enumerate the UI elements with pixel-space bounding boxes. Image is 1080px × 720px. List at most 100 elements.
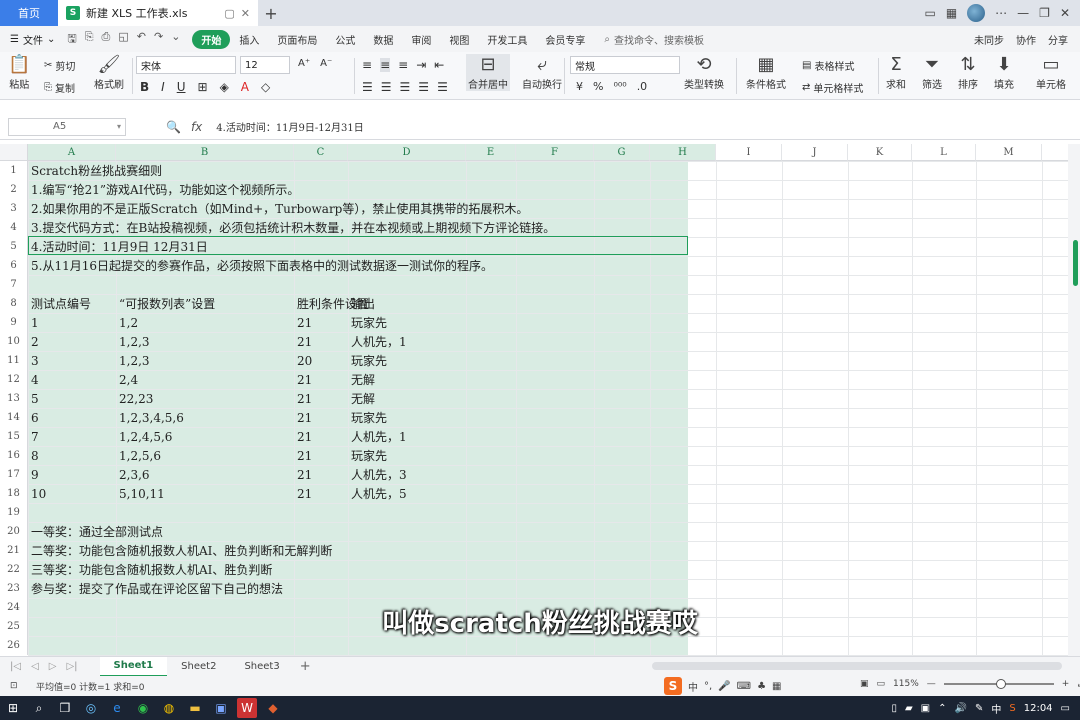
cell-c9[interactable]: 21 [297, 313, 312, 332]
next-sheet-icon[interactable]: ▷ [49, 661, 57, 672]
column-header-m[interactable]: M [976, 144, 1042, 161]
media-icon[interactable]: ◆ [263, 698, 283, 718]
wrap-text-button[interactable]: ⤶ 自动换行 [522, 54, 562, 91]
zoom-slider[interactable] [943, 679, 1054, 689]
table-style-button[interactable]: ▤ 表格样式 [802, 58, 854, 73]
ime-language[interactable]: 中 [688, 679, 698, 694]
row-header-15[interactable]: 15 [0, 427, 28, 446]
chrome-icon[interactable]: ◍ [159, 698, 179, 718]
app-icon[interactable]: ▣ [211, 698, 231, 718]
cell-b17[interactable]: 2,3,6 [119, 465, 150, 484]
column-header-d[interactable]: D [348, 144, 466, 161]
cell-a3[interactable]: 2.如果你用的不是正版Scratch（如Mind+，Turbowarp等），禁止… [31, 199, 528, 218]
cell-d10[interactable]: 人机先，1 [351, 332, 407, 351]
align-left-icon[interactable]: ☰ [362, 80, 373, 94]
row-header-23[interactable]: 23 [0, 579, 28, 598]
row-header-3[interactable]: 3 [0, 199, 28, 218]
row-header-11[interactable]: 11 [0, 351, 28, 370]
cell-d9[interactable]: 玩家先 [351, 313, 387, 332]
select-all-corner[interactable] [0, 144, 28, 161]
notification-icon[interactable]: ▭ [1061, 703, 1070, 714]
cell-c12[interactable]: 21 [297, 370, 312, 389]
cell-c15[interactable]: 21 [297, 427, 312, 446]
row-header-7[interactable]: 7 [0, 275, 28, 294]
cell-c16[interactable]: 21 [297, 446, 312, 465]
redo-icon[interactable]: ↷ [154, 30, 163, 49]
cell-b11[interactable]: 1,2,3 [119, 351, 150, 370]
column-header-g[interactable]: G [594, 144, 650, 161]
bold-button[interactable]: B [140, 80, 149, 94]
border-icon[interactable]: ⊞ [198, 80, 208, 94]
font-size-select[interactable]: 12 [240, 56, 290, 74]
cell-a16[interactable]: 8 [31, 446, 39, 465]
sogou-ime-icon[interactable]: S [664, 677, 682, 695]
increase-font-icon[interactable]: A⁺ [298, 58, 310, 69]
menu-item-review[interactable]: 审阅 [402, 32, 440, 47]
cell-c18[interactable]: 21 [297, 484, 312, 503]
dropdown-icon[interactable]: ⌄ [171, 30, 180, 49]
align-right-icon[interactable]: ☰ [400, 80, 411, 94]
share-button[interactable]: 分享 [1048, 32, 1068, 47]
column-header-k[interactable]: K [848, 144, 912, 161]
cell-b9[interactable]: 1,2 [119, 313, 138, 332]
name-box[interactable]: A5 ▾ [8, 117, 126, 136]
windows-start-icon[interactable]: ⊞ [3, 698, 23, 718]
clock[interactable]: 12:04 [1024, 703, 1053, 714]
folder-icon[interactable]: ▬ [185, 698, 205, 718]
align-bottom-icon[interactable]: ≡ [398, 58, 408, 72]
browser-icon[interactable]: ◎ [81, 698, 101, 718]
cell-c17[interactable]: 21 [297, 465, 312, 484]
percent-icon[interactable]: % [593, 80, 603, 93]
cell-c11[interactable]: 20 [297, 351, 312, 370]
row-header-2[interactable]: 2 [0, 180, 28, 199]
edge-icon[interactable]: e [107, 698, 127, 718]
filter-button[interactable]: ⏷ 筛选 [922, 54, 942, 91]
cell-a10[interactable]: 2 [31, 332, 39, 351]
sheet-tab-sheet1[interactable]: Sheet1 [99, 656, 168, 677]
row-header-18[interactable]: 18 [0, 484, 28, 503]
cell-c10[interactable]: 21 [297, 332, 312, 351]
row-header-21[interactable]: 21 [0, 541, 28, 560]
scrollbar-thumb[interactable] [1073, 240, 1078, 286]
tray-icon-2[interactable]: ▰ [905, 703, 913, 714]
row-header-5[interactable]: 5 [0, 237, 28, 256]
decrease-font-icon[interactable]: A⁻ [320, 58, 332, 69]
zoom-value[interactable]: 115% [893, 679, 919, 689]
cell-style-button[interactable]: ⇄ 单元格样式 [802, 80, 863, 95]
ime-punct-icon[interactable]: °, [704, 681, 712, 692]
cell-b16[interactable]: 1,2,5,6 [119, 446, 161, 465]
mic-icon[interactable]: 🎤 [718, 681, 730, 692]
minimize-icon[interactable]: — [1017, 6, 1029, 20]
sheet-tab-sheet2[interactable]: Sheet2 [167, 657, 230, 677]
cell-a2[interactable]: 1.编写“抢21”游戏AI代码，功能如这个视频所示。 [31, 180, 299, 199]
align-center-icon[interactable]: ☰ [381, 80, 392, 94]
column-header-i[interactable]: I [716, 144, 782, 161]
cell-a11[interactable]: 3 [31, 351, 39, 370]
table-header-d[interactable]: 输出 [351, 294, 375, 313]
cell-b15[interactable]: 1,2,4,5,6 [119, 427, 172, 446]
cell-d17[interactable]: 人机先，3 [351, 465, 407, 484]
clear-icon[interactable]: ◇ [261, 80, 270, 94]
menu-item-data[interactable]: 数据 [364, 32, 402, 47]
cell-d15[interactable]: 人机先，1 [351, 427, 407, 446]
column-header-e[interactable]: E [466, 144, 516, 161]
normal-view-icon[interactable]: ▣ [860, 679, 869, 689]
justify-icon[interactable]: ☰ [418, 80, 429, 94]
macro-icon[interactable]: ⊡ [10, 681, 18, 691]
sync-status[interactable]: 未同步 [974, 32, 1004, 47]
cell-b18[interactable]: 5,10,11 [119, 484, 165, 503]
italic-button[interactable]: I [161, 80, 165, 94]
row-header-22[interactable]: 22 [0, 560, 28, 579]
prev-sheet-icon[interactable]: ◁ [31, 661, 39, 672]
cell-c13[interactable]: 21 [297, 389, 312, 408]
menu-item-view[interactable]: 视图 [440, 32, 478, 47]
spreadsheet-grid[interactable]: ABCDEFGHIJKLMN 1234567891011121314151617… [0, 144, 1068, 656]
row-header-20[interactable]: 20 [0, 522, 28, 541]
cell-a9[interactable]: 1 [31, 313, 39, 332]
menu-item-page-layout[interactable]: 页面布局 [268, 32, 326, 47]
first-sheet-icon[interactable]: |◁ [10, 661, 21, 672]
table-header-a[interactable]: 测试点编号 [31, 294, 91, 313]
row-header-14[interactable]: 14 [0, 408, 28, 427]
cut-button[interactable]: ✂ 剪切 [44, 58, 75, 73]
align-middle-icon[interactable]: ≡ [380, 58, 391, 72]
